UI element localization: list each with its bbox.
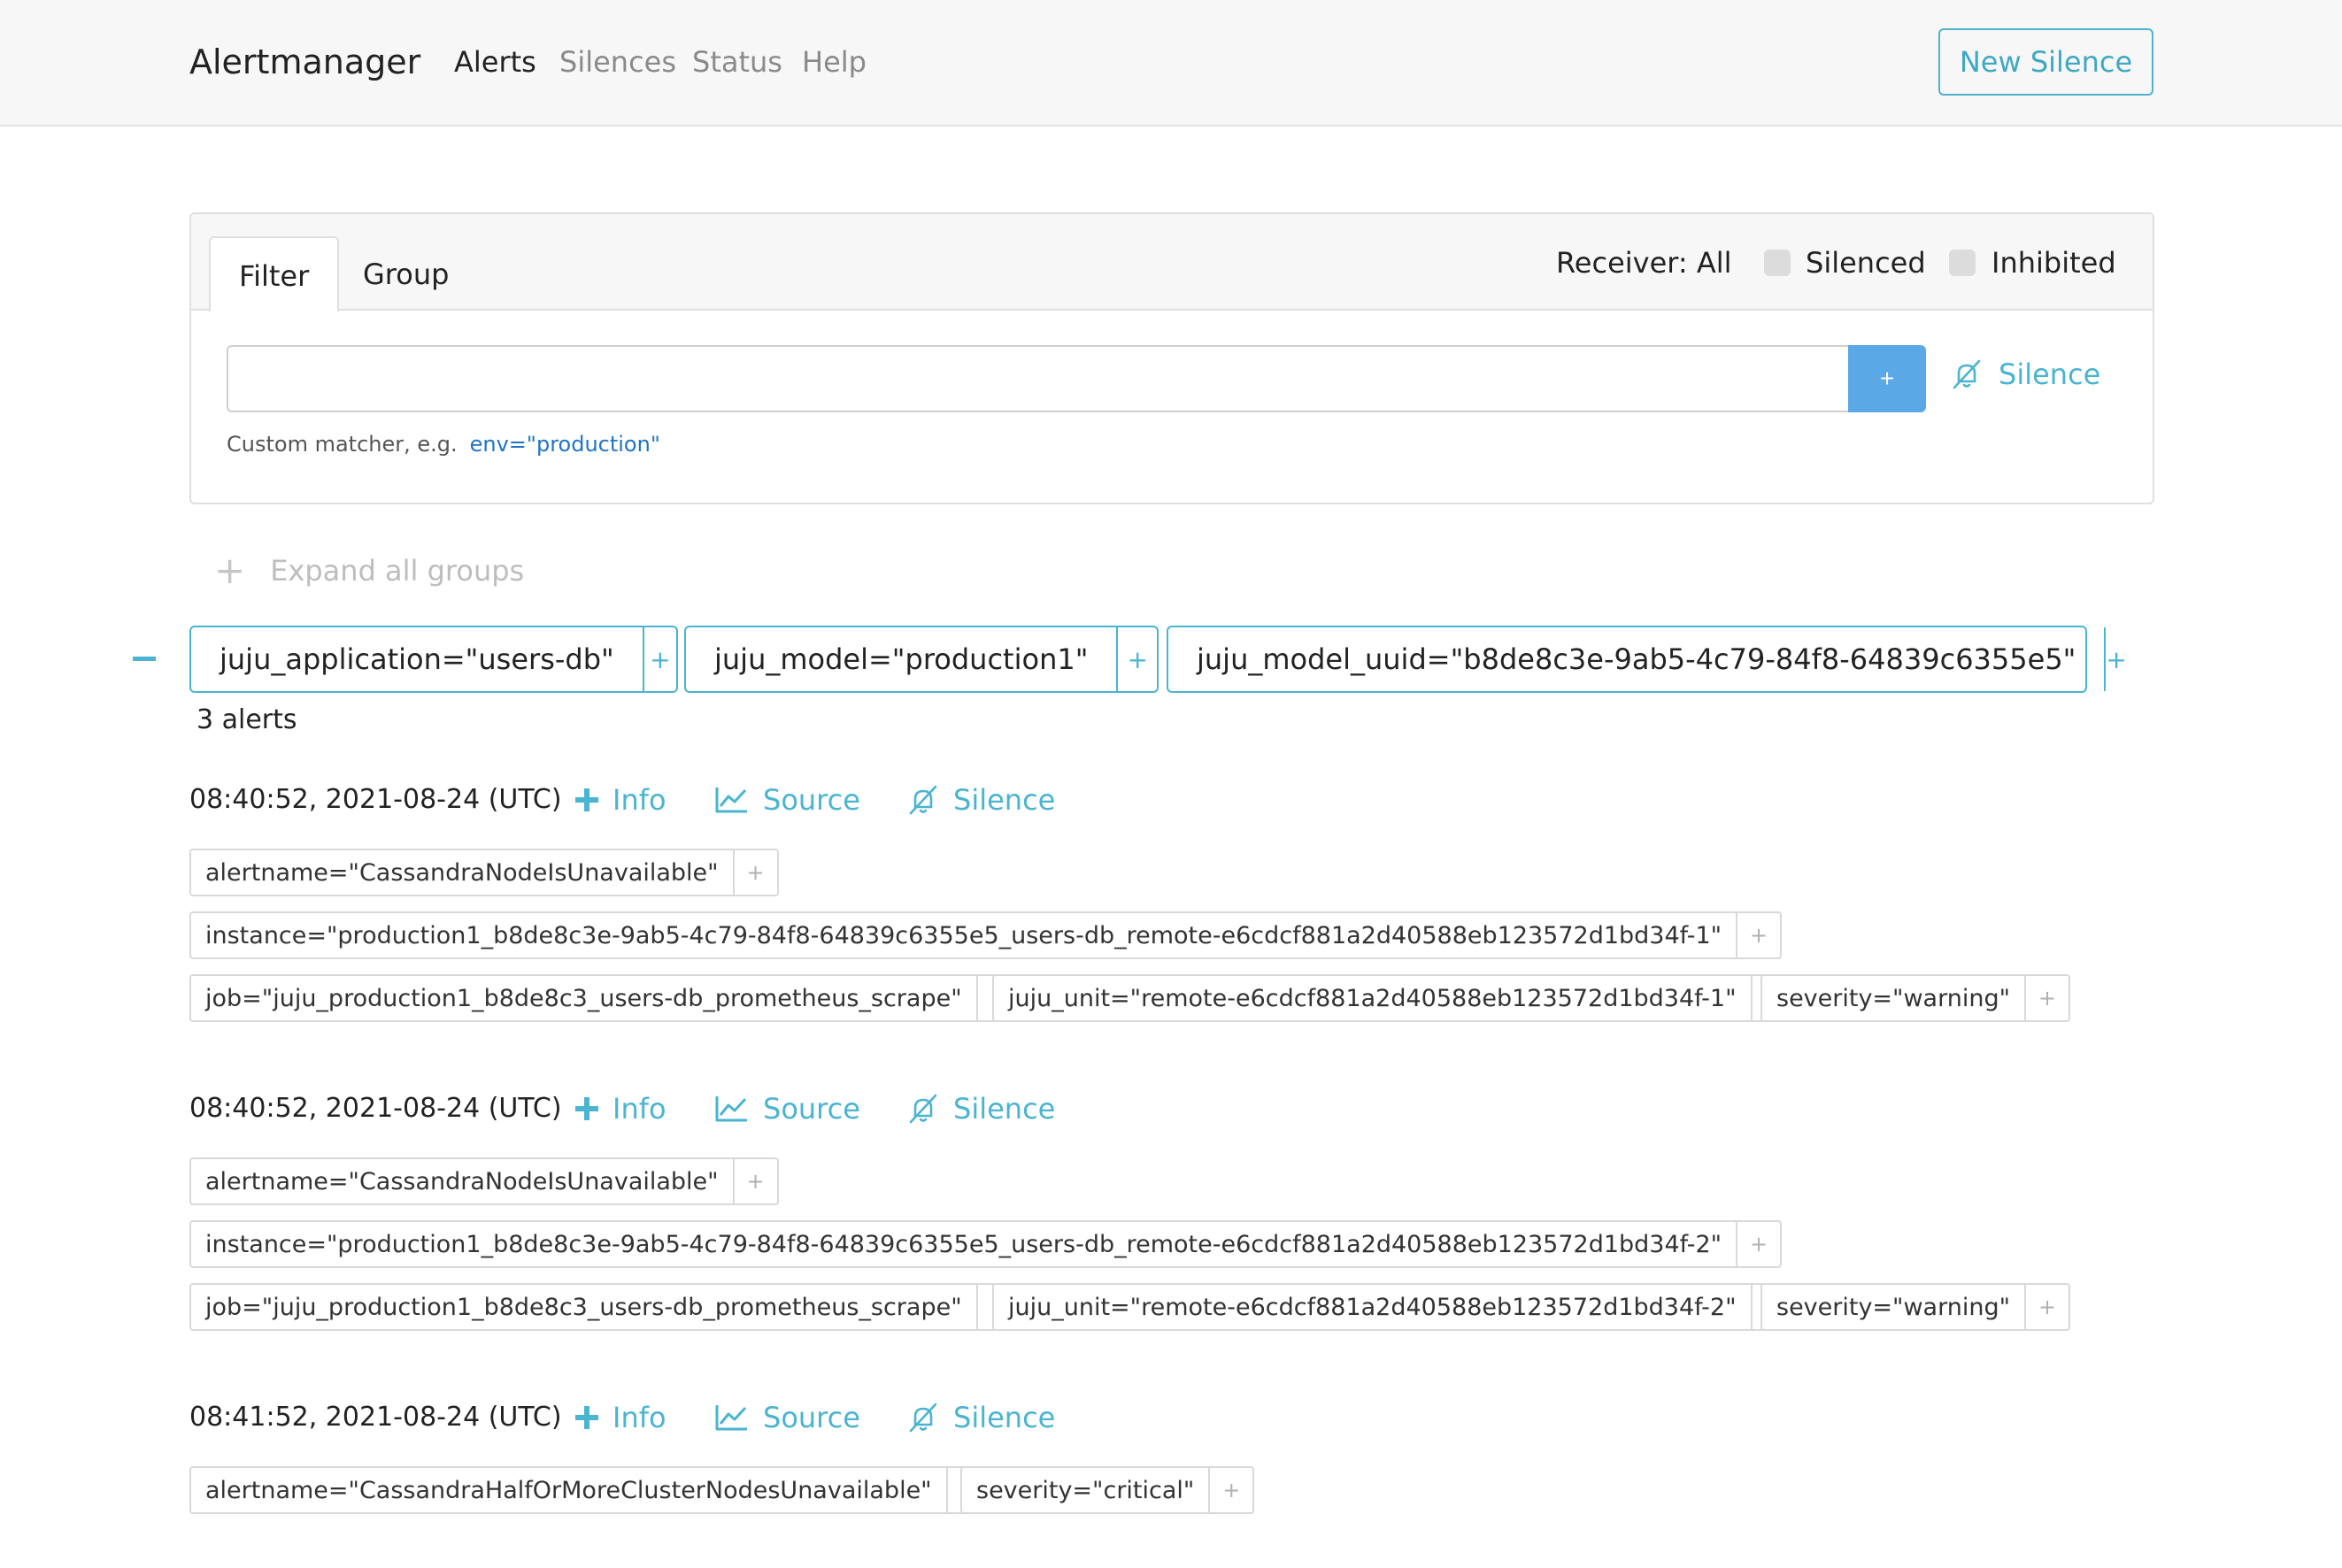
plus-icon: + [214, 549, 246, 592]
alert-label-tag: juju_unit="remote-e6cdcf881a2d40588eb123… [992, 1283, 1797, 1331]
alert-label-text[interactable]: alertname="CassandraHalfOrMoreClusterNod… [191, 1468, 948, 1512]
alert-label-tag: severity="warning" + [1760, 974, 2071, 1022]
filter-silence-link[interactable]: Silence [1951, 357, 2100, 391]
source-label: Source [763, 783, 860, 817]
collapse-group-icon[interactable] [133, 657, 156, 661]
alert-info-button[interactable]: Info [575, 1401, 666, 1434]
info-label: Info [612, 1401, 666, 1434]
expand-all-label: Expand all groups [270, 553, 525, 588]
nav-alerts[interactable]: Alerts [454, 41, 536, 83]
alert-label-text[interactable]: job="juju_production1_b8de8c3_users-db_p… [191, 1285, 978, 1329]
filter-silence-label: Silence [1999, 357, 2101, 391]
alert-label-text[interactable]: severity="warning" [1762, 976, 2027, 1020]
inhibited-label[interactable]: Inhibited [1991, 246, 2116, 280]
alert-label-add-button[interactable]: + [2026, 976, 2069, 1020]
nav-silences[interactable]: Silences [559, 41, 676, 83]
alert-source-link[interactable]: Source [715, 783, 860, 817]
group-label-text[interactable]: juju_model="production1" [686, 627, 1119, 691]
bell-slash-icon [1953, 359, 1981, 389]
alert-label-tag: instance="production1_b8de8c3e-9ab5-4c79… [189, 911, 1783, 959]
alert-source-link[interactable]: Source [715, 1092, 860, 1126]
alert-label-tag: severity="critical" + [960, 1466, 1255, 1514]
alert-label-text[interactable]: instance="production1_b8de8c3e-9ab5-4c79… [191, 913, 1738, 957]
alert-silence-link[interactable]: Silence [907, 783, 1055, 817]
add-filter-button[interactable]: + [1848, 345, 1926, 412]
alert-label-text[interactable]: instance="production1_b8de8c3e-9ab5-4c79… [191, 1222, 1738, 1266]
alert-label-tag: instance="production1_b8de8c3e-9ab5-4c79… [189, 1220, 1783, 1268]
brand[interactable]: Alertmanager [189, 37, 420, 87]
alert-label-text[interactable]: severity="critical" [962, 1468, 1211, 1512]
alert-timestamp: 08:40:52, 2021-08-24 (UTC) [189, 1093, 562, 1124]
alert-info-button[interactable]: Info [575, 783, 666, 817]
group-label-add-button[interactable]: + [2106, 627, 2126, 691]
plus-icon [575, 788, 598, 811]
alert-silence-link[interactable]: Silence [907, 1401, 1055, 1434]
receiver-select[interactable]: Receiver: All [1556, 246, 1732, 280]
line-chart-icon [715, 788, 747, 813]
alert-label-text[interactable]: severity="warning" [1762, 1285, 2027, 1329]
group-label-add-button[interactable]: + [1118, 627, 1157, 691]
group-label-add-button[interactable]: + [644, 627, 676, 691]
tab-filter[interactable]: Filter [209, 236, 340, 312]
alert-label-tag: severity="warning" + [1760, 1283, 2071, 1331]
bell-slash-icon [909, 785, 937, 815]
bell-slash-icon [909, 1403, 937, 1433]
matcher-hint: Custom matcher, e.g. env="production" [227, 432, 660, 457]
plus-icon [575, 1406, 598, 1429]
alert-timestamp: 08:40:52, 2021-08-24 (UTC) [189, 784, 562, 815]
group-label-tag: juju_application="users-db" + [189, 626, 678, 693]
alert-label-tag: alertname="CassandraNodeIsUnavailable" + [189, 849, 779, 896]
alert-silence-link[interactable]: Silence [907, 1092, 1055, 1126]
alert-source-link[interactable]: Source [715, 1401, 860, 1434]
expand-all-groups[interactable]: + Expand all groups [214, 549, 524, 592]
alert-label-add-button[interactable]: + [1737, 913, 1780, 957]
filter-input[interactable] [227, 345, 1850, 412]
info-label: Info [612, 783, 666, 817]
group-label-text[interactable]: juju_application="users-db" [191, 627, 644, 691]
tab-group[interactable]: Group [335, 236, 477, 312]
alert-info-button[interactable]: Info [575, 1092, 666, 1126]
alert-label-text[interactable]: juju_unit="remote-e6cdcf881a2d40588eb123… [994, 1285, 1753, 1329]
line-chart-icon [715, 1096, 747, 1122]
alert-label-add-button[interactable]: + [735, 1159, 777, 1203]
group-label-tag: juju_model_uuid="b8de8c3e-9ab5-4c79-84f8… [1167, 626, 2127, 693]
silenced-label[interactable]: Silenced [1806, 246, 1926, 280]
nav-status[interactable]: Status [692, 41, 782, 83]
alert-label-text[interactable]: job="juju_production1_b8de8c3_users-db_p… [191, 976, 978, 1020]
plus-icon [575, 1097, 598, 1120]
alert-label-tag: alertname="CassandraNodeIsUnavailable" + [189, 1157, 779, 1205]
group-label-tag: juju_model="production1" + [684, 626, 1159, 693]
silence-label: Silence [953, 783, 1056, 817]
hint-example-link[interactable]: env="production" [470, 432, 660, 457]
alert-label-tag: juju_unit="remote-e6cdcf881a2d40588eb123… [992, 974, 1797, 1022]
navbar: Alertmanager Alerts Silences Status Help… [0, 0, 2342, 127]
source-label: Source [763, 1092, 860, 1126]
alert-label-text[interactable]: juju_unit="remote-e6cdcf881a2d40588eb123… [994, 976, 1753, 1020]
alert-label-tag: job="juju_production1_b8de8c3_users-db_p… [189, 1283, 1022, 1331]
alert-label-text[interactable]: alertname="CassandraNodeIsUnavailable" [191, 1159, 735, 1203]
source-label: Source [763, 1401, 860, 1434]
info-label: Info [612, 1092, 666, 1126]
alert-label-tag: job="juju_production1_b8de8c3_users-db_p… [189, 974, 1022, 1022]
alert-count: 3 alerts [196, 704, 297, 735]
alert-label-add-button[interactable]: + [1210, 1468, 1252, 1512]
alert-label-add-button[interactable]: + [2026, 1285, 2069, 1329]
silenced-checkbox[interactable] [1764, 250, 1791, 276]
alert-label-add-button[interactable]: + [1737, 1222, 1780, 1266]
inhibited-checkbox[interactable] [1949, 250, 1976, 276]
alert-label-text[interactable]: alertname="CassandraNodeIsUnavailable" [191, 850, 735, 895]
hint-text: Custom matcher, e.g. [227, 432, 458, 457]
alert-label-add-button[interactable]: + [735, 850, 777, 895]
alert-timestamp: 08:41:52, 2021-08-24 (UTC) [189, 1402, 562, 1433]
alert-label-tag: alertname="CassandraHalfOrMoreClusterNod… [189, 1466, 992, 1514]
line-chart-icon [715, 1405, 747, 1431]
group-label-text[interactable]: juju_model_uuid="b8de8c3e-9ab5-4c79-84f8… [1168, 627, 2107, 691]
silence-label: Silence [953, 1401, 1056, 1434]
silence-label: Silence [953, 1092, 1056, 1126]
bell-slash-icon [909, 1094, 937, 1124]
nav-help[interactable]: Help [802, 41, 867, 83]
new-silence-button[interactable]: New Silence [1938, 28, 2153, 96]
